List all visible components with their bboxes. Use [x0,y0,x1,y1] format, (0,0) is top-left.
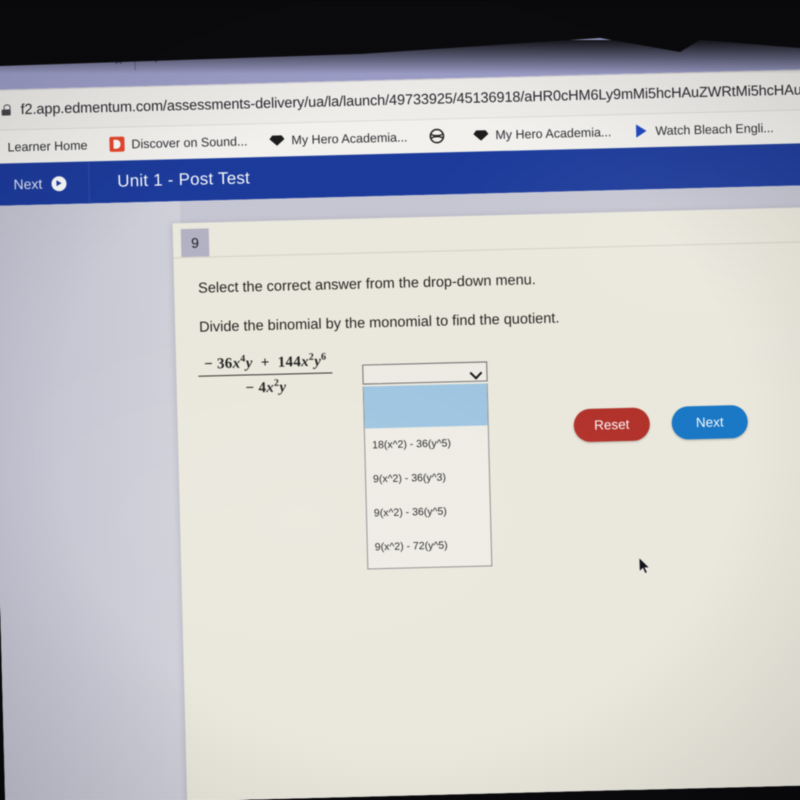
reset-button[interactable]: Reset [573,407,651,443]
tab-divider [134,50,136,71]
dropdown-option[interactable]: 9(x^2) - 36(y^5) [367,493,491,530]
next-button[interactable]: Next [671,404,749,440]
answer-dropdown[interactable]: 18(x^2) - 36(y^5) 9(x^2) - 36(y^3) 9(x^2… [362,361,493,570]
chevron-down-icon [471,369,480,375]
close-tab-icon[interactable]: × [114,53,123,69]
fraction: − 36x4y + 144x2y6 − 4x2y [198,351,334,399]
appbar-next-button[interactable]: Next [0,161,90,206]
bookmark-label: Watch Bleach Engli... [655,120,774,138]
page-body: 9 Select the correct answer from the dro… [0,184,800,800]
bookmark-learner-home[interactable]: Learner Home [0,138,99,155]
diamond-icon [269,132,285,147]
bookmark-globe[interactable] [418,128,462,144]
bookmark-watch-bleach[interactable]: Watch Bleach Engli... [622,120,785,139]
new-tab-button[interactable]: + [150,48,162,70]
dropdown-option[interactable]: 9(x^2) - 36(y^3) [366,459,490,496]
bookmark-my-hero-academia-1[interactable]: My Hero Academia... [258,129,418,148]
fraction-denominator: − 4x2y [245,378,287,397]
dropdown-option-list[interactable]: 18(x^2) - 36(y^5) 9(x^2) - 36(y^3) 9(x^2… [362,383,493,570]
bookmark-label: Discover on Sound... [131,133,248,151]
bookmark-label: My Hero Academia... [495,124,612,142]
bookmark-label: My Hero Academia... [291,129,408,147]
page-title: Unit 1 - Post Test [117,168,251,191]
play-icon [633,123,648,138]
diamond-icon [473,127,489,142]
select-box[interactable] [362,361,488,385]
bookmark-my-hero-academia-2[interactable]: My Hero Academia... [462,124,622,143]
bookmark-discover-on-sound[interactable]: Discover on Sound... [98,133,258,152]
dropdown-option[interactable]: 18(x^2) - 36(y^5) [365,425,489,462]
browser-window: × + f2.app.edmentum.com/assessments-deli… [0,24,800,800]
lock-icon [1,104,10,115]
bookmark-label: Learner Home [7,137,88,154]
laptop-screen-photo: × + f2.app.edmentum.com/assessments-deli… [0,0,800,800]
dropdown-option[interactable]: 9(x^2) - 72(y^5) [367,527,491,564]
mouse-pointer-icon [638,556,651,575]
question-instruction: Select the correct answer from the drop-… [198,272,536,297]
dropdown-option[interactable] [363,383,488,429]
card-divider [173,239,800,259]
soundcloud-icon [109,136,125,152]
page-background-left [0,201,197,800]
arrow-right-circle-icon [51,175,67,191]
appbar-next-label: Next [13,175,43,193]
question-prompt: Divide the binomial by the monomial to f… [198,310,560,336]
question-card: 9 Select the correct answer from the dro… [172,205,800,800]
globe-icon [429,128,445,144]
question-number-badge: 9 [180,228,210,258]
url-text: f2.app.edmentum.com/assessments-delivery… [20,79,800,118]
